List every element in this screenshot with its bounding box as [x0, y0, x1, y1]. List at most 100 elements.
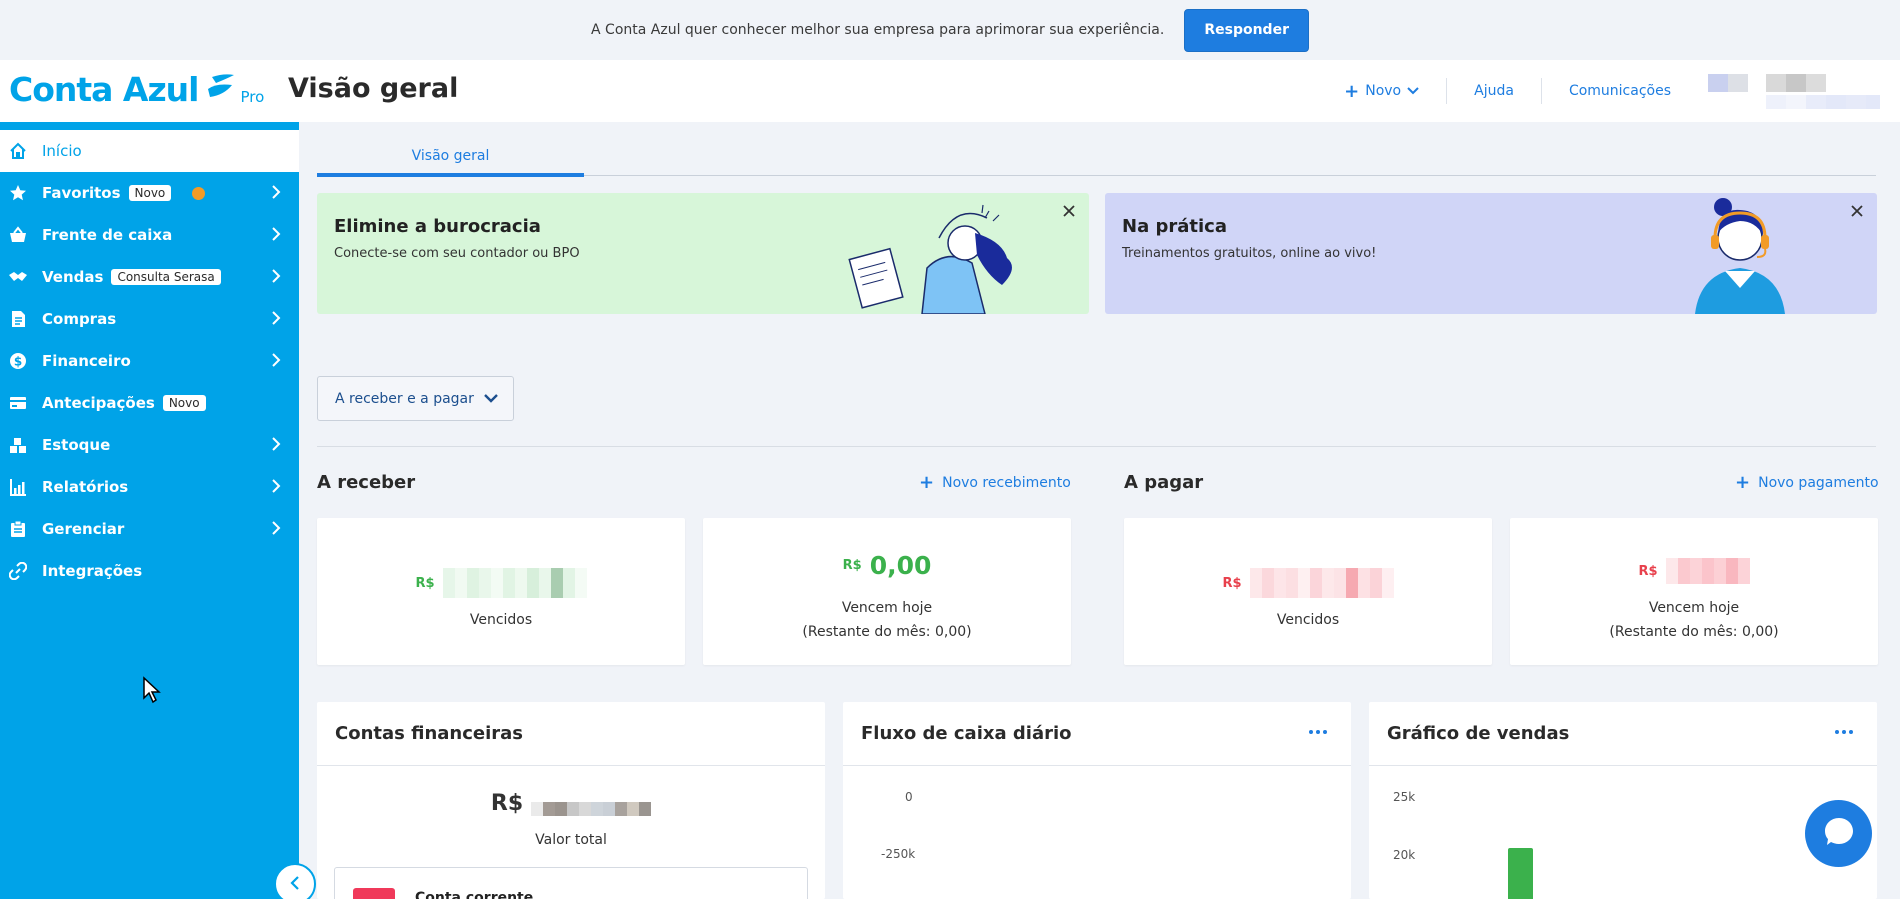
sidebar-item-label: Compras [42, 310, 117, 328]
promo-text: Treinamentos gratuitos, online ao vivo! [1122, 246, 1377, 261]
new-payment-label: Novo pagamento [1758, 474, 1879, 491]
logo-text: Conta Azul [9, 70, 199, 109]
respond-button[interactable]: Responder [1184, 8, 1309, 52]
star-icon [8, 183, 28, 203]
new-receivable-label: Novo recebimento [942, 474, 1071, 491]
y-tick-0: 0 [905, 790, 913, 804]
sidebar-item-label: Favoritos [42, 184, 121, 202]
novo-menu[interactable]: + Novo [1317, 79, 1446, 103]
chevron-right-icon [272, 437, 281, 455]
overdue-label: Vencidos [1276, 612, 1340, 628]
y-tick-0: 25k [1393, 790, 1416, 804]
plus-icon: + [1344, 80, 1360, 102]
panel-title-text: Fluxo de caixa diário [861, 723, 1072, 744]
blurred-amount [531, 802, 652, 816]
link-icon [8, 561, 28, 581]
currency-label: R$ [842, 558, 862, 573]
notification-dot [192, 186, 206, 200]
y-tick-1: 20k [1393, 848, 1416, 862]
page-title: Visão geral [288, 73, 459, 104]
novo-label: Novo [1365, 83, 1402, 99]
currency-label: R$ [1222, 575, 1242, 591]
close-icon[interactable] [1061, 203, 1077, 219]
app-header: Conta Azul Pro Visão geral + Novo Ajuda … [0, 60, 1900, 122]
sidebar-item-label: Frente de caixa [42, 226, 173, 244]
sidebar-item-frente-de-caixa[interactable]: Frente de caixa [0, 214, 299, 256]
basket-icon [8, 225, 28, 245]
amount-value: 0,00 [869, 551, 932, 580]
user-menu[interactable] [1708, 73, 1880, 109]
user-company-blurred [1766, 94, 1880, 109]
period-type-dropdown[interactable]: A receber e a pagar [317, 376, 514, 421]
remaining-month-label: (Restante do mês: 0,00) [802, 624, 972, 640]
sidebar-item-label: Integrações [42, 562, 143, 580]
conta-azul-logo[interactable]: Conta Azul Pro [9, 70, 264, 109]
sidebar-item-estoque[interactable]: Estoque [0, 424, 299, 466]
ajuda-link[interactable]: Ajuda [1447, 79, 1541, 103]
chevron-right-icon [272, 479, 281, 497]
payable-overdue-card[interactable]: R$ Vencidos [1124, 518, 1492, 665]
new-badge: Novo [128, 185, 172, 201]
pro-badge: Pro [240, 88, 265, 106]
chevron-down-icon [484, 391, 498, 407]
chevron-down-icon [1407, 83, 1419, 99]
more-options-icon[interactable] [1835, 730, 1853, 734]
sidebar-item-inicio[interactable]: Início [0, 130, 299, 172]
sidebar-item-favoritos[interactable]: Favoritos Novo [0, 172, 299, 214]
sidebar-item-relatorios[interactable]: Relatórios [0, 466, 299, 508]
receivable-today-card[interactable]: R$ 0,00 Vencem hoje (Restante do mês: 0,… [703, 518, 1071, 665]
survey-message: A Conta Azul quer conhecer melhor sua em… [591, 22, 1165, 38]
home-icon [8, 141, 28, 161]
panel-title: Gráfico de vendas [1369, 702, 1877, 766]
sidebar-item-gerenciar[interactable]: Gerenciar [0, 508, 299, 550]
due-today-label: Vencem hoje [1648, 600, 1740, 616]
today-amount: R$ [1510, 558, 1878, 584]
comunicacoes-link[interactable]: Comunicações [1542, 79, 1698, 103]
trainer-illustration [1695, 198, 1785, 314]
chevron-right-icon [272, 521, 281, 539]
sidebar-item-financeiro[interactable]: $ Financeiro [0, 340, 299, 382]
sidebar-item-label: Início [42, 142, 82, 160]
boxes-icon [8, 435, 28, 455]
sidebar-item-label: Financeiro [42, 352, 131, 370]
accountant-illustration [848, 204, 1012, 314]
new-receivable-link[interactable]: + Novo recebimento [919, 472, 1071, 493]
sidebar-item-vendas[interactable]: Vendas Consulta Serasa [0, 256, 299, 298]
sidebar-item-label: Antecipações [42, 394, 155, 412]
overdue-label: Vencidos [469, 612, 533, 628]
promo-title: Na prática [1122, 216, 1227, 237]
receivable-title: A receber [317, 472, 416, 493]
sidebar-item-label: Estoque [42, 436, 111, 454]
new-badge: Novo [162, 395, 206, 411]
tab-visao-geral[interactable]: Visão geral [317, 139, 584, 177]
mouse-cursor-icon [143, 676, 161, 704]
chat-bubble-icon [1821, 814, 1857, 854]
survey-banner: A Conta Azul quer conhecer melhor sua em… [0, 0, 1900, 60]
promo-text: Conecte-se com seu contador ou BPO [334, 246, 580, 261]
sidebar-item-label: Relatórios [42, 478, 129, 496]
promo-card-burocracia[interactable]: Elimine a burocracia Conecte-se com seu … [317, 193, 1089, 314]
sales-bar [1508, 848, 1533, 899]
due-today-label: Vencem hoje [841, 600, 933, 616]
more-options-icon[interactable] [1309, 730, 1327, 734]
sidebar-item-integracoes[interactable]: Integrações [0, 550, 299, 592]
promo-card-na-pratica[interactable]: Na prática Treinamentos gratuitos, onlin… [1105, 193, 1877, 314]
handshake-icon [8, 267, 28, 287]
chat-button[interactable] [1805, 800, 1872, 867]
payable-today-card[interactable]: R$ Vencem hoje (Restante do mês: 0,00) [1510, 518, 1878, 665]
receivable-overdue-card[interactable]: R$ Vencidos [317, 518, 685, 665]
plus-icon: + [919, 472, 935, 493]
logo-mark-icon [206, 73, 236, 101]
sidebar-item-antecipacoes[interactable]: Antecipações Novo [0, 382, 299, 424]
panel-title: Fluxo de caixa diário [843, 702, 1351, 766]
sidebar-item-label: Vendas [42, 268, 104, 286]
user-name-blurred [1708, 73, 1880, 92]
account-row[interactable]: Conta corrente [334, 867, 808, 899]
sidebar-item-compras[interactable]: Compras [0, 298, 299, 340]
card-icon [8, 393, 28, 413]
panel-title-text: Gráfico de vendas [1387, 723, 1570, 744]
overdue-amount: R$ [1124, 568, 1492, 598]
new-payment-link[interactable]: + Novo pagamento [1735, 472, 1879, 493]
header-nav: + Novo Ajuda Comunicações [1317, 60, 1900, 122]
close-icon[interactable] [1849, 203, 1865, 219]
